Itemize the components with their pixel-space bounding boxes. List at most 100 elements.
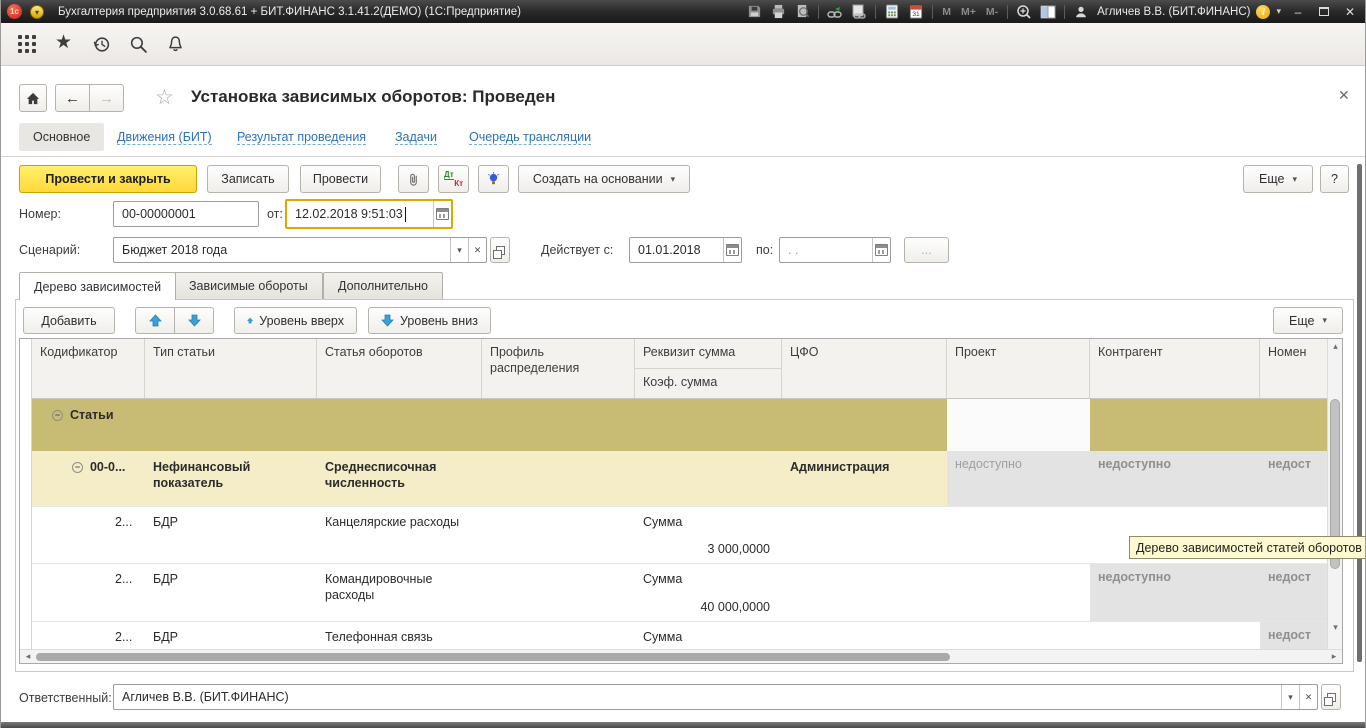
calendar-picker-icon[interactable] [872, 238, 890, 262]
column-header-profile[interactable]: Профиль распределения [482, 339, 635, 398]
home-button[interactable] [19, 84, 47, 112]
responsible-dropdown-icon[interactable]: ▾ [1281, 685, 1299, 709]
memory-recall-button[interactable]: M [939, 6, 954, 18]
scenario-clear-icon[interactable]: ✕ [468, 238, 486, 262]
close-form-icon[interactable]: ✕ [1338, 87, 1350, 104]
maximize-button[interactable] [1313, 5, 1335, 19]
responsible-combobox[interactable]: Агличев В.В. (БИТ.ФИНАНС) ▾ ✕ [113, 684, 1318, 710]
memory-plus-button[interactable]: M+ [958, 6, 979, 18]
responsible-clear-icon[interactable]: ✕ [1299, 685, 1317, 709]
tab-dependency-tree[interactable]: Дерево зависимостей [19, 272, 176, 300]
info-button[interactable]: i [1256, 5, 1270, 19]
form-scrollbar[interactable] [1357, 164, 1362, 662]
tab-dependent-turnovers[interactable]: Зависимые обороты [174, 272, 323, 299]
tab-additional[interactable]: Дополнительно [323, 272, 443, 299]
svg-text:31: 31 [913, 11, 921, 18]
group-cell: − Статьи [44, 401, 324, 429]
scenario-combobox[interactable]: Бюджет 2018 года ▾ ✕ [113, 237, 487, 263]
explain-lightbulb-button[interactable] [478, 165, 509, 193]
print-preview-icon[interactable] [792, 3, 812, 21]
scenario-open-button[interactable] [490, 237, 510, 263]
collapse-icon[interactable]: − [52, 410, 63, 421]
table-horizontal-scrollbar[interactable]: ◂ ▸ [20, 649, 1342, 663]
column-header-cfo[interactable]: ЦФО [782, 339, 947, 398]
info-dropdown-icon[interactable]: ▾ [1274, 6, 1283, 17]
forward-button[interactable]: → [89, 84, 124, 112]
current-user-label[interactable]: Агличев В.В. (БИТ.ФИНАНС) [1097, 6, 1250, 18]
article-cell: Канцелярские расходы [317, 508, 477, 536]
column-header-codifier[interactable]: Кодификатор [32, 339, 145, 398]
attachments-paperclip-button[interactable] [398, 165, 429, 193]
responsible-open-button[interactable] [1321, 684, 1341, 710]
table-row-group-articles[interactable]: − Статьи [32, 399, 1328, 451]
column-header-article[interactable]: Статья оборотов [317, 339, 482, 398]
split-window-icon[interactable] [1038, 3, 1058, 21]
get-link-icon[interactable] [825, 3, 845, 21]
effective-to-input[interactable]: . . [779, 237, 891, 263]
scenario-dropdown-icon[interactable]: ▾ [450, 238, 468, 262]
move-down-button[interactable] [174, 307, 214, 334]
tab-posting-result[interactable]: Результат проведения [237, 130, 366, 145]
column-header-contractor[interactable]: Контрагент [1090, 339, 1260, 398]
number-input[interactable]: 00-00000001 [113, 201, 259, 227]
favorite-toggle-star-icon[interactable]: ☆ [155, 85, 174, 110]
grid-more-button[interactable]: Еще ▾ [1273, 307, 1343, 334]
1c-logo-icon: 1с [7, 4, 22, 19]
add-row-button[interactable]: Добавить [23, 307, 115, 334]
zoom-icon[interactable] [1014, 3, 1034, 21]
search-icon[interactable] [129, 35, 148, 54]
calculator-icon[interactable] [882, 3, 902, 21]
column-header-amount-attr[interactable]: Реквизит сумма [635, 339, 782, 369]
scroll-left-icon[interactable]: ◂ [22, 650, 34, 663]
write-button[interactable]: Записать [207, 165, 289, 193]
scroll-up-icon[interactable]: ▴ [1328, 340, 1343, 353]
level-up-button[interactable]: Уровень вверх [234, 307, 357, 334]
minimize-button[interactable]: – [1287, 5, 1309, 19]
notifications-bell-icon[interactable] [166, 35, 185, 54]
table-vertical-scrollbar[interactable]: ▴ ▾ [1327, 339, 1342, 650]
calendar-picker-icon[interactable] [433, 201, 451, 227]
table-row-subgroup[interactable]: недоступно недоступно недост − 00-0... Н… [32, 451, 1328, 506]
sections-menu-icon[interactable] [18, 35, 36, 58]
close-window-button[interactable]: ✕ [1339, 5, 1361, 19]
save-icon[interactable] [744, 3, 764, 21]
print-icon[interactable] [768, 3, 788, 21]
move-up-button[interactable] [135, 307, 175, 334]
tab-translation-queue[interactable]: Очередь трансляции [469, 130, 591, 145]
calendar-picker-icon[interactable] [723, 238, 741, 262]
favorites-star-icon[interactable]: ★ [55, 34, 72, 52]
post-and-close-button[interactable]: Провести и закрыть [19, 165, 197, 193]
table-row-item[interactable]: недост 2... БДР Телефонная связь Сумма [32, 621, 1328, 650]
column-header-nomenclature[interactable]: Номен [1260, 339, 1328, 398]
go-to-link-icon[interactable] [849, 3, 869, 21]
tab-main[interactable]: Основное [19, 123, 104, 151]
table-row-item[interactable]: недоступно недост 2... БДР Командировочн… [32, 563, 1328, 621]
memory-minus-button[interactable]: M- [983, 6, 1001, 18]
code-cell: − 00-0... [64, 453, 154, 481]
dt-kt-postings-button[interactable]: Дт Кт [438, 165, 469, 193]
ellipsis-button[interactable]: ... [904, 237, 949, 263]
horizontal-scroll-thumb[interactable] [36, 653, 950, 661]
tab-tasks[interactable]: Задачи [395, 130, 437, 145]
column-header-project[interactable]: Проект [947, 339, 1090, 398]
create-on-basis-button[interactable]: Создать на основании ▾ [518, 165, 690, 193]
scroll-right-icon[interactable]: ▸ [1328, 650, 1340, 663]
calendar-31-icon[interactable]: 31 [906, 3, 926, 21]
effective-from-input[interactable]: 01.01.2018 [629, 237, 742, 263]
column-header-amount-coef[interactable]: Коэф. сумма [635, 369, 782, 398]
collapse-icon[interactable]: − [72, 462, 83, 473]
column-header-article-type[interactable]: Тип статьи [145, 339, 317, 398]
post-button[interactable]: Провести [300, 165, 381, 193]
chevron-down-icon: ▾ [1322, 315, 1327, 326]
scroll-down-icon[interactable]: ▾ [1328, 621, 1343, 634]
more-button[interactable]: Еще ▾ [1243, 165, 1313, 193]
level-down-button[interactable]: Уровень вниз [368, 307, 491, 334]
help-button[interactable]: ? [1320, 165, 1349, 193]
app-toolbar: ★ [1, 23, 1365, 66]
open-icon [1327, 693, 1336, 702]
tab-movements[interactable]: Движения (БИТ) [117, 130, 212, 145]
history-icon[interactable] [92, 35, 111, 54]
back-button[interactable]: ← [55, 84, 90, 112]
document-date-input[interactable]: 12.02.2018 9:51:03 [285, 199, 453, 229]
window-menu-button[interactable]: ▾ [30, 5, 44, 19]
